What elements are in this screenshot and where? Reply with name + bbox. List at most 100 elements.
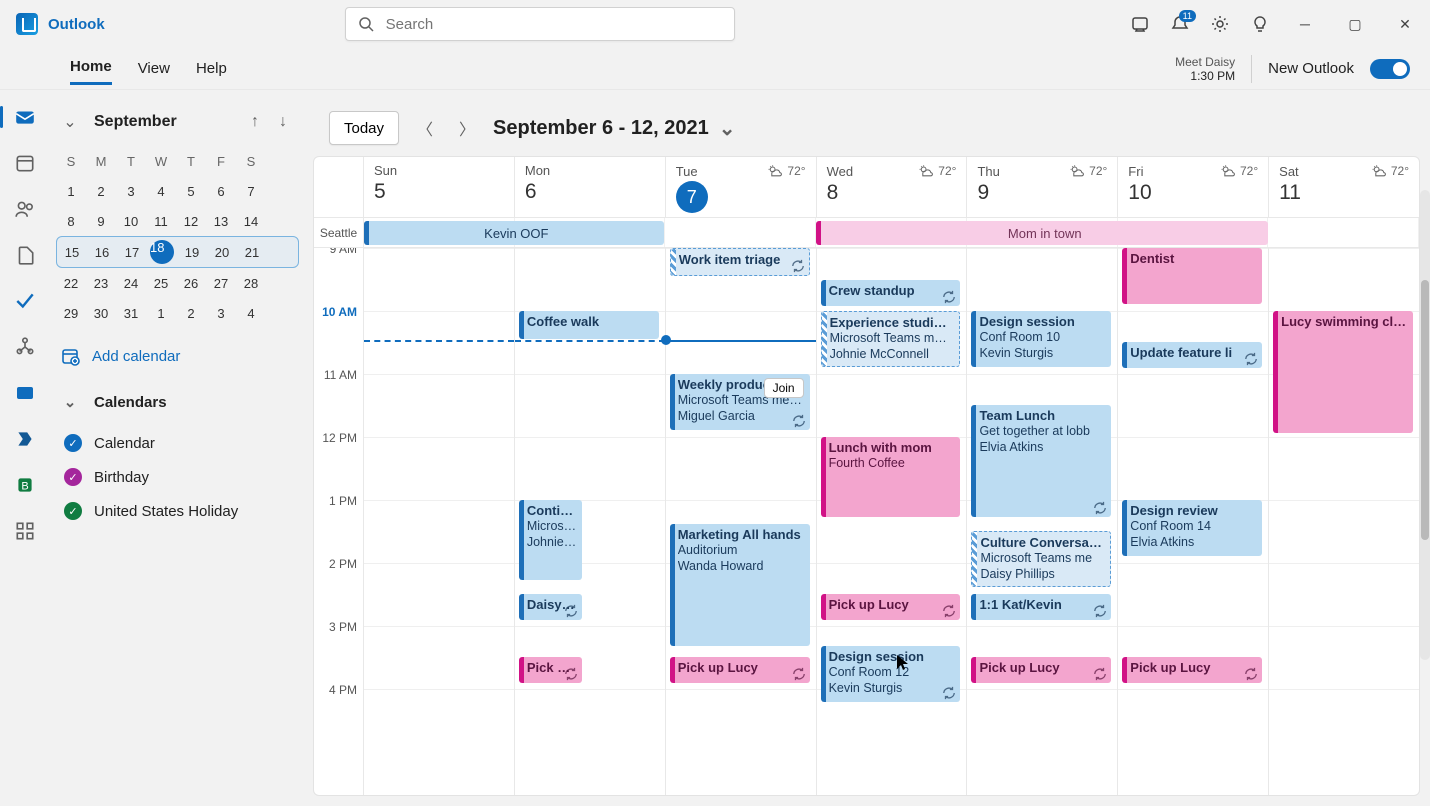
add-calendar-button[interactable]: Add calendar	[60, 346, 295, 366]
rail-apps-icon[interactable]	[14, 520, 36, 542]
rail-active-icon[interactable]	[14, 382, 36, 404]
rail-yammer-icon[interactable]	[14, 428, 36, 450]
calendar-event[interactable]: Experience studio syncMicrosoft Teams me…	[821, 311, 961, 367]
mini-day[interactable]: 3	[206, 298, 236, 328]
day-column[interactable]: Dentist Update feature li Design reviewCon…	[1118, 248, 1269, 795]
calendar-event[interactable]: Pick up Lu	[519, 657, 582, 683]
day-column[interactable]: Design sessionConf Room 10Kevin SturgisT…	[967, 248, 1118, 795]
day-column[interactable]: Work item triage Weekly product team sync…	[666, 248, 817, 795]
mini-day[interactable]: 9	[86, 206, 116, 236]
mini-day[interactable]: 3	[116, 176, 146, 206]
join-button[interactable]: Join	[764, 378, 804, 398]
date-range[interactable]: September 6 - 12, 2021 ⌄	[493, 116, 735, 141]
calendar-event[interactable]: Marketing All handsAuditoriumWanda Howar…	[670, 524, 810, 646]
mini-day[interactable]: 8	[56, 206, 86, 236]
allday-event-kevin-oof[interactable]: Kevin OOF	[364, 221, 664, 245]
mini-day[interactable]: 21	[237, 237, 267, 267]
calendar-event[interactable]: Lucy swimming class	[1273, 311, 1413, 433]
calendar-event[interactable]: Culture ConversatioMicrosoft Teams meDai…	[971, 531, 1111, 587]
mini-day[interactable]: 31	[116, 298, 146, 328]
mini-day[interactable]: 5	[176, 176, 206, 206]
calendar-item[interactable]: ✓Calendar	[56, 426, 299, 460]
settings-gear-icon[interactable]	[1210, 14, 1230, 34]
day-header[interactable]: Thu72°9	[967, 157, 1118, 217]
mini-cal-next-icon[interactable]: ↓	[271, 110, 295, 134]
rail-calendar-icon[interactable]	[14, 152, 36, 174]
mini-day[interactable]: 27	[206, 268, 236, 298]
day-column[interactable]	[364, 248, 515, 795]
calendar-item[interactable]: ✓Birthday	[56, 460, 299, 494]
calendar-event[interactable]: Design sessionConf Room 10Kevin Sturgis	[971, 311, 1111, 367]
mini-day[interactable]: 12	[176, 206, 206, 236]
mini-day[interactable]: 22	[56, 268, 86, 298]
next-week-icon[interactable]: 〉	[455, 116, 479, 140]
calendar-event[interactable]: Update feature li	[1122, 342, 1262, 368]
calendar-event[interactable]: Weekly product team syncMicrosoft Teams …	[670, 374, 810, 430]
mini-day[interactable]: 30	[86, 298, 116, 328]
mini-day[interactable]: 13	[206, 206, 236, 236]
mini-day[interactable]: 26	[176, 268, 206, 298]
search-input[interactable]	[386, 16, 722, 33]
mini-day[interactable]: 4	[146, 176, 176, 206]
day-column[interactable]: Crew standupExperience studio syncMicros…	[817, 248, 968, 795]
calendar-event[interactable]: 1:1 Kat/Kevin	[971, 594, 1111, 620]
rail-bookings-icon[interactable]: B	[14, 474, 36, 496]
calendar-event[interactable]: Work item triage	[670, 248, 810, 276]
mini-day[interactable]: 29	[56, 298, 86, 328]
tab-help[interactable]: Help	[196, 54, 227, 83]
month-toggle-chevron-icon[interactable]: ⌄	[58, 110, 82, 134]
maximize-button[interactable]: ▢	[1340, 16, 1370, 33]
mini-day[interactable]: 25	[146, 268, 176, 298]
day-header[interactable]: Sat72°11	[1269, 157, 1419, 217]
mini-day[interactable]: 4	[236, 298, 266, 328]
mini-day[interactable]: 2	[86, 176, 116, 206]
allday-event-mom-in-town[interactable]: Mom in town	[816, 221, 1268, 245]
mini-day[interactable]: 14	[236, 206, 266, 236]
calendar-event[interactable]: Pick up Lucy	[971, 657, 1111, 683]
mini-day[interactable]: 19	[177, 237, 207, 267]
calendar-event[interactable]: Daisy/Kat s	[519, 594, 582, 620]
day-column[interactable]: Coffee walkContinuingMicrosoft TeJohnie …	[515, 248, 666, 795]
close-button[interactable]: ✕	[1390, 16, 1420, 33]
calendar-event[interactable]: Pick up Lucy	[1122, 657, 1262, 683]
notifications-icon[interactable]: 11	[1170, 14, 1190, 34]
minimize-button[interactable]: ─	[1290, 16, 1320, 32]
day-header[interactable]: Sun5	[364, 157, 515, 217]
scrollbar[interactable]	[1420, 190, 1430, 660]
mini-day[interactable]: 11	[146, 206, 176, 236]
calendar-event[interactable]: Design reviewConf Room 14Elvia Atkins	[1122, 500, 1262, 556]
rail-org-icon[interactable]	[14, 336, 36, 358]
calendar-event[interactable]: Dentist	[1122, 248, 1262, 304]
mini-day[interactable]: 7	[236, 176, 266, 206]
mini-day[interactable]: 1	[56, 176, 86, 206]
mini-day[interactable]: 2	[176, 298, 206, 328]
mini-cal-prev-icon[interactable]: ↑	[243, 110, 267, 134]
rail-mail-icon[interactable]	[14, 106, 36, 128]
day-header[interactable]: Tue72°7	[666, 157, 817, 217]
tips-icon[interactable]	[1130, 14, 1150, 34]
rail-files-icon[interactable]	[14, 244, 36, 266]
calendar-event[interactable]: ContinuingMicrosoft TeJohnie McC	[519, 500, 582, 580]
mini-day[interactable]: 23	[86, 268, 116, 298]
calendar-item[interactable]: ✓United States Holiday	[56, 494, 299, 528]
tab-view[interactable]: View	[138, 54, 170, 83]
mini-day[interactable]: 28	[236, 268, 266, 298]
tab-home[interactable]: Home	[70, 52, 112, 85]
calendar-event[interactable]: Pick up Lucy	[670, 657, 810, 683]
mini-calendar[interactable]: SMTWTFS 12345678910111213141516171819202…	[56, 146, 299, 328]
rail-todo-icon[interactable]	[14, 290, 36, 312]
rail-people-icon[interactable]	[14, 198, 36, 220]
mini-day[interactable]: 17	[117, 237, 147, 267]
prev-week-icon[interactable]: 〈	[413, 116, 437, 140]
mini-day[interactable]: 18	[147, 237, 177, 267]
lightbulb-icon[interactable]	[1250, 14, 1270, 34]
day-header[interactable]: Mon6	[515, 157, 666, 217]
day-columns[interactable]: Coffee walkContinuingMicrosoft TeJohnie …	[364, 248, 1419, 795]
next-event[interactable]: Meet Daisy 1:30 PM	[1175, 55, 1235, 83]
calendar-event[interactable]: Pick up Lucy	[821, 594, 961, 620]
mini-day[interactable]: 20	[207, 237, 237, 267]
mini-day[interactable]: 24	[116, 268, 146, 298]
mini-day[interactable]: 15	[57, 237, 87, 267]
search-box[interactable]	[345, 7, 735, 41]
mini-day[interactable]: 16	[87, 237, 117, 267]
